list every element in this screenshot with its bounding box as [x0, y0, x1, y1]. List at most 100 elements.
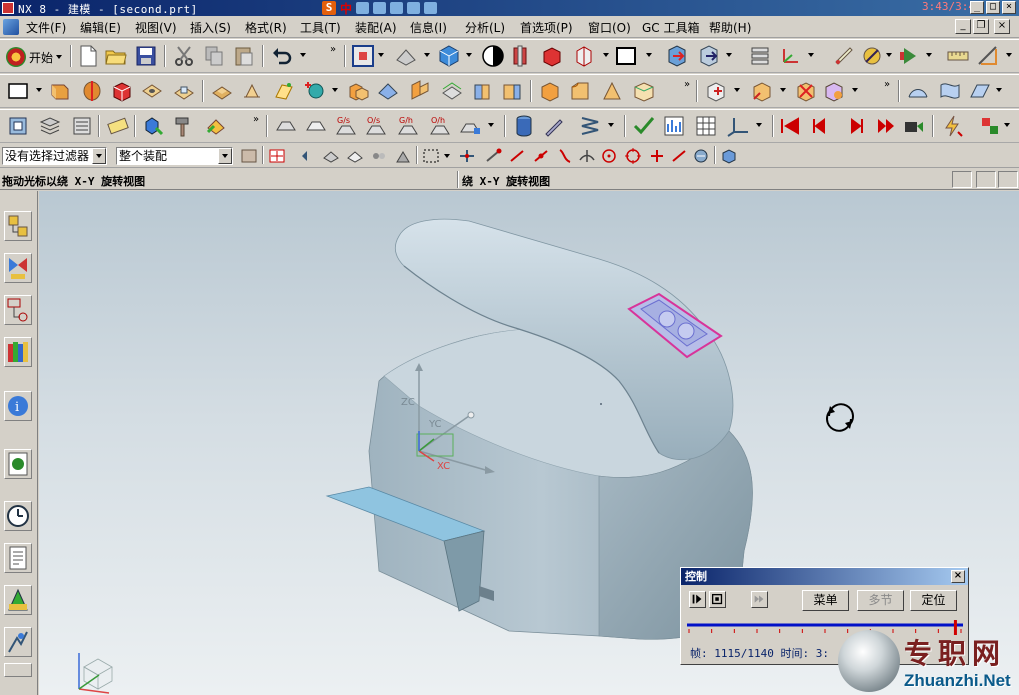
- snap-existing-icon[interactable]: [648, 148, 666, 164]
- motion-dropdown-icon[interactable]: [926, 53, 932, 57]
- snap-end-icon[interactable]: [484, 148, 502, 164]
- layer-stack-icon[interactable]: [38, 114, 62, 138]
- menu-button[interactable]: 菜单: [802, 590, 849, 611]
- render-style-icon[interactable]: [394, 44, 418, 68]
- fast-forward-icon[interactable]: [751, 591, 768, 608]
- assembly-scope-combo[interactable]: 整个装配: [116, 147, 233, 165]
- manage-icon[interactable]: [978, 114, 1002, 138]
- sketch-dropdown-icon[interactable]: [36, 88, 42, 92]
- toolbar-overflow-icon-2[interactable]: »: [684, 79, 690, 90]
- move-face-dropdown-icon[interactable]: [780, 88, 786, 92]
- menu-analysis[interactable]: 分析(L): [465, 19, 505, 36]
- play-motion-icon[interactable]: [898, 44, 922, 68]
- select-body-icon[interactable]: [322, 148, 340, 164]
- draft-face-icon[interactable]: [632, 79, 656, 103]
- document-icon[interactable]: [3, 19, 19, 35]
- snap-quadrant-icon[interactable]: [624, 148, 642, 164]
- open-folder-icon[interactable]: [104, 44, 128, 68]
- menu-view[interactable]: 视图(V): [135, 19, 177, 36]
- assembly-dropdown-icon[interactable]: [726, 53, 732, 57]
- select-component-icon[interactable]: [394, 148, 412, 164]
- snap-control-icon[interactable]: [532, 148, 550, 164]
- system-materials-icon[interactable]: [4, 543, 32, 573]
- ime-skin-icon[interactable]: [407, 2, 421, 14]
- block-icon[interactable]: [110, 79, 134, 103]
- part-navigator-icon[interactable]: [6, 114, 30, 138]
- emboss-icon[interactable]: [240, 79, 264, 103]
- save-icon[interactable]: [134, 44, 158, 68]
- face-a-icon[interactable]: [274, 114, 298, 138]
- intersect-icon[interactable]: [408, 79, 432, 103]
- selection-filter-combo[interactable]: 没有选择过滤器: [2, 147, 107, 165]
- start-button[interactable]: 开始: [6, 46, 63, 68]
- trim-body-icon[interactable]: [440, 79, 464, 103]
- ime-moon-icon[interactable]: [356, 2, 370, 14]
- cut-icon[interactable]: [172, 44, 196, 68]
- spring-icon[interactable]: [578, 114, 602, 138]
- datum-icon[interactable]: [272, 79, 296, 103]
- assembly-navigator-icon[interactable]: [4, 211, 32, 241]
- menu-tools[interactable]: 工具(T): [300, 19, 341, 36]
- sync-dropdown-icon[interactable]: [734, 88, 740, 92]
- axes-icon[interactable]: [726, 114, 750, 138]
- axes-dropdown-icon[interactable]: [756, 123, 762, 127]
- menu-information[interactable]: 信息(I): [410, 19, 447, 36]
- hull-icon[interactable]: [458, 114, 482, 138]
- ruler-icon[interactable]: [946, 44, 970, 68]
- move-component-icon[interactable]: [665, 44, 689, 68]
- stack-list-icon[interactable]: [70, 114, 94, 138]
- snap-face-icon[interactable]: [692, 148, 710, 164]
- step-play-icon[interactable]: [689, 591, 706, 608]
- section-view-icon[interactable]: [508, 44, 532, 68]
- analysis-icon[interactable]: [860, 44, 884, 68]
- cube-dropdown-icon[interactable]: [466, 53, 472, 57]
- chamfer-icon[interactable]: [568, 79, 592, 103]
- render-dropdown-icon[interactable]: [424, 53, 430, 57]
- dialog-title-bar[interactable]: 控制 ×: [681, 568, 968, 585]
- resource-bar-scroll[interactable]: [4, 663, 32, 677]
- snap-cube-icon[interactable]: [720, 148, 738, 164]
- delete-face-icon[interactable]: [794, 79, 818, 103]
- surface-dropdown-icon[interactable]: [996, 88, 1002, 92]
- menu-help[interactable]: 帮助(H): [709, 19, 751, 36]
- roles-icon[interactable]: [4, 627, 32, 657]
- ime-toolbar[interactable]: S 中: [322, 0, 438, 16]
- history-icon[interactable]: [4, 449, 32, 479]
- paste-icon[interactable]: [232, 44, 256, 68]
- sweep-icon[interactable]: [968, 79, 992, 103]
- sogou-icon[interactable]: S: [322, 1, 336, 15]
- wcs-dropdown-icon[interactable]: [808, 53, 814, 57]
- position-button[interactable]: 定位: [910, 590, 957, 611]
- color-dropdown-icon[interactable]: [646, 53, 652, 57]
- shaded-cube-icon[interactable]: [437, 44, 461, 68]
- graph-icon[interactable]: [662, 114, 686, 138]
- boss-icon[interactable]: [172, 79, 196, 103]
- select-face-icon[interactable]: [346, 148, 364, 164]
- menu-file[interactable]: 文件(F): [26, 19, 66, 36]
- menu-preferences[interactable]: 首选项(P): [520, 19, 573, 36]
- gh-continuity-icon[interactable]: G/h: [396, 114, 420, 138]
- toolbar-overflow-icon-3[interactable]: »: [884, 79, 890, 90]
- web-browser-icon[interactable]: i: [4, 391, 32, 421]
- pad-icon[interactable]: [210, 79, 234, 103]
- menu-edit[interactable]: 编辑(E): [80, 19, 121, 36]
- prev-frame-icon[interactable]: [806, 114, 830, 138]
- cross-select-icon[interactable]: [268, 148, 286, 164]
- offset-face-icon[interactable]: [500, 79, 524, 103]
- copy-icon[interactable]: [202, 44, 226, 68]
- fit-view-icon[interactable]: [351, 44, 375, 68]
- snap-curve-icon[interactable]: [556, 148, 574, 164]
- datum-dropdown-icon[interactable]: [332, 88, 338, 92]
- draft-icon[interactable]: [976, 44, 1000, 68]
- chevron-down-icon[interactable]: [92, 148, 106, 164]
- shell-icon[interactable]: [600, 79, 624, 103]
- rect-select-dropdown-icon[interactable]: [444, 154, 450, 158]
- clip-section-icon[interactable]: [572, 44, 596, 68]
- spring-dropdown-icon[interactable]: [608, 123, 614, 127]
- menu-insert[interactable]: 插入(S): [190, 19, 231, 36]
- assembly-constraint-icon[interactable]: [697, 44, 721, 68]
- snap-mid-icon[interactable]: [508, 148, 526, 164]
- through-curves-icon[interactable]: [938, 79, 962, 103]
- toolbar-overflow-icon-4[interactable]: »: [253, 114, 259, 125]
- hole-icon[interactable]: [140, 79, 164, 103]
